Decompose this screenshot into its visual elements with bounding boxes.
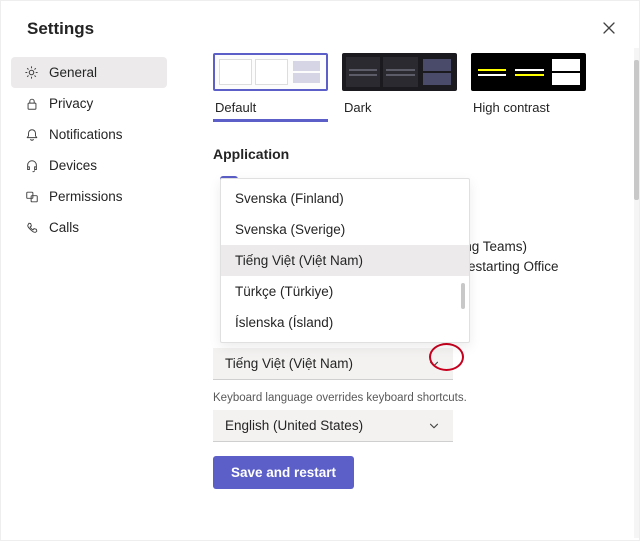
- application-heading: Application: [213, 146, 615, 162]
- settings-sidebar: General Privacy Notifications Devices Pe…: [1, 49, 173, 540]
- page-scrollbar[interactable]: [634, 48, 639, 538]
- keyboard-language-dropdown[interactable]: English (United States): [213, 410, 453, 442]
- chevron-down-icon: [427, 357, 441, 371]
- sidebar-item-calls[interactable]: Calls: [11, 212, 167, 243]
- bell-icon: [23, 126, 40, 143]
- sidebar-item-permissions[interactable]: Permissions: [11, 181, 167, 212]
- sidebar-item-notifications[interactable]: Notifications: [11, 119, 167, 150]
- sidebar-item-label: General: [49, 65, 97, 80]
- sidebar-item-privacy[interactable]: Privacy: [11, 88, 167, 119]
- theme-preview-default: [213, 53, 328, 91]
- sidebar-item-label: Privacy: [49, 96, 93, 111]
- save-and-restart-button[interactable]: Save and restart: [213, 456, 354, 489]
- sidebar-item-label: Calls: [49, 220, 79, 235]
- language-dropdown[interactable]: Tiếng Việt (Việt Nam): [213, 348, 453, 380]
- popup-scrollbar-thumb[interactable]: [461, 283, 465, 309]
- language-selected-value: Tiếng Việt (Việt Nam): [225, 356, 353, 371]
- sidebar-item-general[interactable]: General: [11, 57, 167, 88]
- permission-icon: [23, 188, 40, 205]
- close-button[interactable]: [601, 20, 619, 38]
- sidebar-item-label: Devices: [49, 158, 97, 173]
- theme-option-dark[interactable]: Dark: [342, 53, 457, 118]
- sidebar-item-label: Permissions: [49, 189, 123, 204]
- language-option[interactable]: Íslenska (Ísland): [221, 307, 469, 338]
- phone-icon: [23, 219, 40, 236]
- lock-icon: [23, 95, 40, 112]
- language-option[interactable]: Svenska (Finland): [221, 183, 469, 214]
- theme-option-default[interactable]: Default: [213, 53, 328, 118]
- theme-label: Default: [213, 100, 328, 122]
- language-options-popup: Svenska (Finland) Svenska (Sverige) Tiến…: [220, 178, 470, 343]
- keyboard-language-selected-value: English (United States): [225, 418, 363, 433]
- sidebar-item-devices[interactable]: Devices: [11, 150, 167, 181]
- theme-option-high-contrast[interactable]: High contrast: [471, 53, 586, 118]
- chevron-down-icon: [427, 419, 441, 433]
- language-option[interactable]: Tiếng Việt (Việt Nam): [221, 245, 469, 276]
- theme-label: High contrast: [471, 100, 586, 117]
- gear-icon: [23, 64, 40, 81]
- language-option[interactable]: Türkçe (Türkiye): [221, 276, 469, 307]
- theme-label: Dark: [342, 100, 457, 117]
- language-option[interactable]: Svenska (Sverige): [221, 214, 469, 245]
- headset-icon: [23, 157, 40, 174]
- page-title: Settings: [27, 19, 601, 39]
- theme-preview-dark: [342, 53, 457, 91]
- keyboard-language-hint: Keyboard language overrides keyboard sho…: [213, 392, 615, 404]
- sidebar-item-label: Notifications: [49, 127, 123, 142]
- theme-preview-hc: [471, 53, 586, 91]
